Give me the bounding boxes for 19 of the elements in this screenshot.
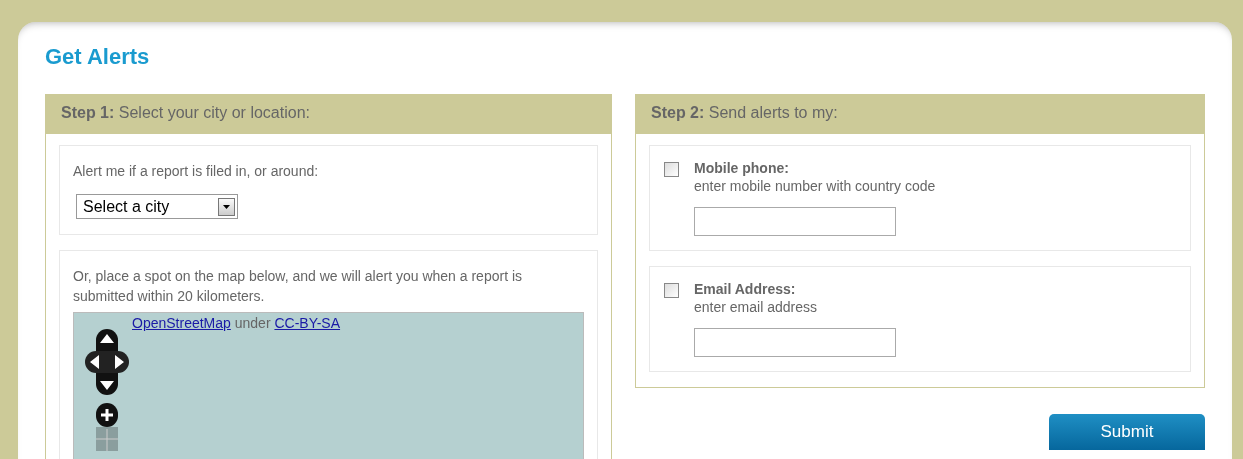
channel-label: Mobile phone: (694, 160, 790, 176)
submit-button[interactable]: Submit (1049, 414, 1205, 450)
channel-hint: enter email address (694, 298, 818, 317)
step-heading: Step 2: Send alerts to my: (636, 94, 1204, 134)
input-field[interactable] (694, 207, 896, 236)
page-title: Get Alerts (45, 44, 151, 70)
channel-hint: enter mobile number with country code (694, 177, 936, 196)
license-link[interactable]: CC-BY-SA (274, 315, 341, 331)
input-field[interactable] (694, 328, 896, 357)
checkbox[interactable] (664, 283, 679, 298)
map-area[interactable]: OpenStreetMap under CC-BY-SA (73, 312, 584, 459)
map-attribution: OpenStreetMap under CC-BY-SA (132, 315, 341, 331)
channel-label: Email Address: (694, 281, 797, 297)
city-dropdown[interactable]: Select a city (76, 194, 238, 219)
openstreetmap-link[interactable]: OpenStreetMap (132, 315, 231, 331)
step-heading: Step 1: Select your city or location: (46, 94, 611, 134)
city-prompt: Alert me if a report is filed in, or around: (73, 162, 320, 181)
map-prompt: Or, place a spot on the map below, and we will alert you when a report is submitted within 20 kilometers. (73, 267, 524, 306)
checkbox[interactable] (664, 162, 679, 177)
